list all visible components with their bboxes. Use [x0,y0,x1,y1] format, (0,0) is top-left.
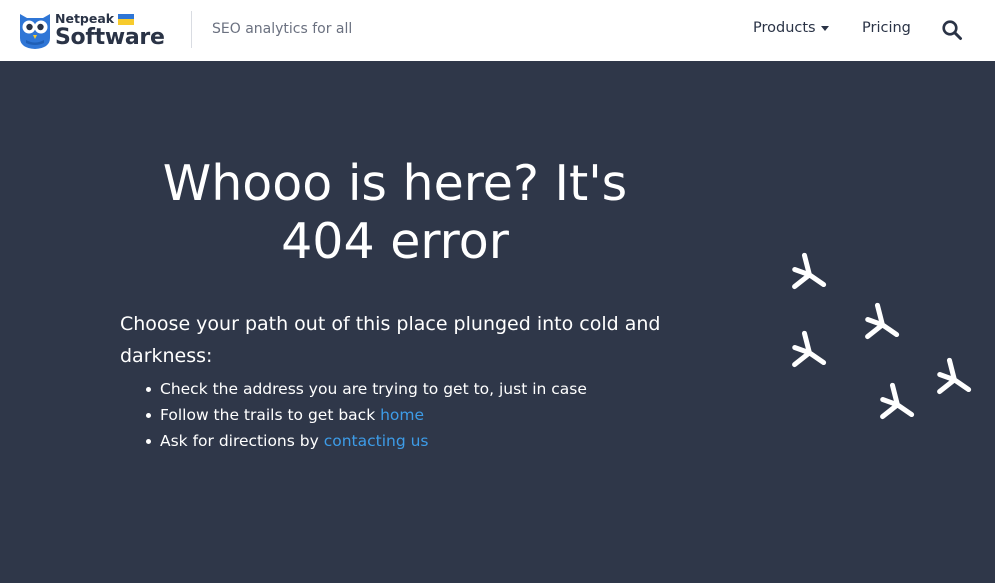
header-divider [191,11,192,48]
list-item-text: Ask for directions by [160,432,324,450]
nav-products-label: Products [753,20,816,36]
ukraine-flag-icon [118,13,135,25]
lead-text: Choose your path out of this place plung… [120,313,661,367]
bird-track-icon [786,331,824,373]
nav-pricing-link[interactable]: Pricing [862,20,911,36]
bird-tracks [770,246,985,446]
list-item: Check the address you are trying to get … [146,376,587,402]
error-section: Whooo is here? It's 404 error Choose you… [0,61,995,583]
list-item: Follow the trails to get back home [146,402,587,428]
tagline: SEO analytics for all [212,21,353,37]
site-header: Netpeak Software SEO analytics for all P… [0,0,995,61]
caret-down-icon [820,25,829,31]
contact-link[interactable]: contacting us [324,432,429,450]
search-icon[interactable] [941,19,963,41]
logo-bottom-text: Software [55,25,165,51]
list-item: Ask for directions by contacting us [146,428,587,454]
logo-link[interactable]: Netpeak Software [18,10,173,50]
home-link[interactable]: home [380,406,424,424]
suggestions-list: Check the address you are trying to get … [146,376,587,454]
bird-track-icon [786,253,824,295]
list-item-text: Check the address you are trying to get … [160,380,587,398]
page-title: Whooo is here? It's 404 error [162,155,628,270]
list-item-text: Follow the trails to get back [160,406,381,424]
nav-products-dropdown[interactable]: Products [753,20,829,36]
owl-logo-icon [20,14,50,49]
logo-top-text: Netpeak [55,10,115,26]
bird-track-icon [874,383,912,425]
bird-track-icon [931,358,969,400]
bird-track-icon [859,303,897,345]
